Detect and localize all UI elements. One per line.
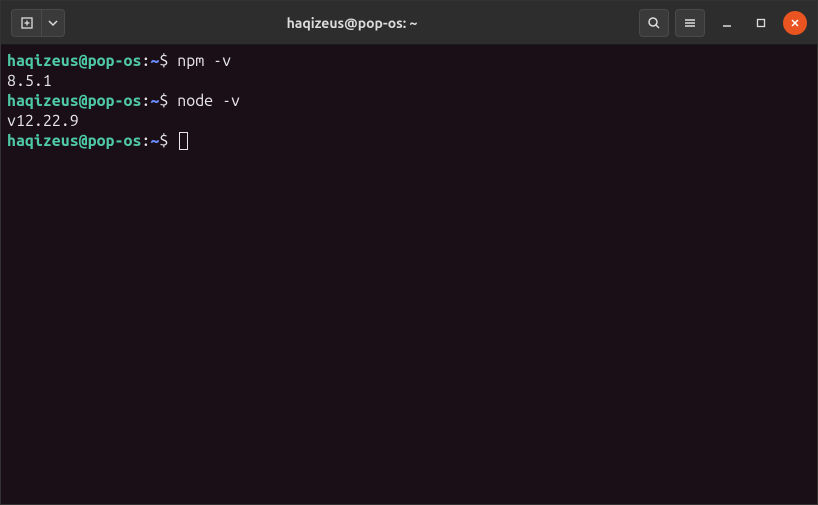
new-tab-dropdown-button[interactable]	[41, 9, 65, 37]
prompt-user-host: haqizeus@pop-os	[7, 92, 141, 110]
maximize-button[interactable]	[749, 11, 773, 35]
hamburger-icon	[683, 16, 697, 30]
prompt-line: haqizeus@pop-os:~$ npm -v	[7, 51, 811, 71]
output-line: 8.5.1	[7, 71, 811, 91]
command-text: node -v	[177, 92, 240, 110]
terminal-viewport[interactable]: haqizeus@pop-os:~$ npm -v 8.5.1 haqizeus…	[1, 45, 817, 157]
prompt-user-host: haqizeus@pop-os	[7, 132, 141, 150]
terminal-cursor	[179, 132, 188, 150]
prompt-symbol: $	[159, 132, 168, 150]
prompt-path: ~	[150, 132, 159, 150]
prompt-line-active: haqizeus@pop-os:~$	[7, 131, 811, 151]
search-icon	[647, 16, 661, 30]
window-title: haqizeus@pop-os: ~	[69, 15, 635, 31]
prompt-line: haqizeus@pop-os:~$ node -v	[7, 91, 811, 111]
search-button[interactable]	[639, 9, 669, 37]
titlebar-right-group	[639, 9, 807, 37]
output-line: v12.22.9	[7, 111, 811, 131]
close-icon	[790, 18, 800, 28]
prompt-user-host: haqizeus@pop-os	[7, 52, 141, 70]
window-titlebar: haqizeus@pop-os: ~	[1, 1, 817, 45]
minimize-button[interactable]	[715, 11, 739, 35]
prompt-symbol: $	[159, 52, 168, 70]
close-button[interactable]	[783, 11, 807, 35]
maximize-icon	[756, 18, 766, 28]
command-text: npm -v	[177, 52, 231, 70]
minimize-icon	[722, 18, 732, 28]
prompt-path: ~	[150, 52, 159, 70]
titlebar-left-group	[11, 9, 65, 37]
chevron-down-icon	[48, 18, 58, 28]
new-tab-button[interactable]	[11, 9, 41, 37]
prompt-symbol: $	[159, 92, 168, 110]
prompt-path: ~	[150, 92, 159, 110]
hamburger-menu-button[interactable]	[675, 9, 705, 37]
plus-icon	[20, 16, 34, 30]
